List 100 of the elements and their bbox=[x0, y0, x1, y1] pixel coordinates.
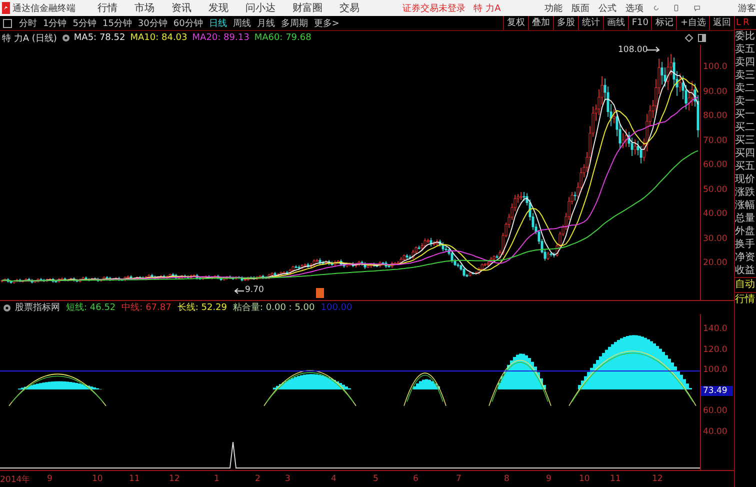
ma-value: MA5: 78.52 bbox=[74, 33, 126, 43]
price-axis-label: 40.00 bbox=[703, 209, 728, 219]
toolbar-button[interactable]: 统计 bbox=[578, 16, 603, 30]
date-axis-label: 7 bbox=[456, 474, 462, 484]
toolbar-button[interactable]: +自选 bbox=[676, 16, 709, 30]
indicator-value: 长线: 52.29 bbox=[177, 302, 228, 314]
indicator-axis-label: 140.0 bbox=[703, 324, 728, 334]
quote-field-label: 买一 bbox=[735, 108, 756, 121]
quote-field-label: 卖四 bbox=[735, 56, 756, 69]
toolbar-button[interactable]: 复权 bbox=[502, 16, 528, 30]
quote-field-label: 卖五 bbox=[735, 43, 756, 56]
indicator-axis-label: 40.00 bbox=[703, 426, 728, 436]
price-axis-label: 100.0 bbox=[703, 62, 728, 72]
message-icon[interactable] bbox=[694, 3, 700, 13]
quote-field-label: 买四 bbox=[735, 147, 756, 160]
panel-header-label[interactable]: R bbox=[743, 18, 750, 28]
quote-field-label: 收益 bbox=[735, 264, 756, 277]
login-status[interactable]: 证券交易未登录 bbox=[402, 2, 466, 14]
quote-field-label: 买二 bbox=[735, 121, 756, 134]
user-label[interactable]: 游客 bbox=[738, 2, 756, 14]
date-axis-label: 12 bbox=[652, 474, 663, 484]
quote-field-label: 委比 bbox=[735, 30, 756, 43]
menu-item[interactable]: 功能 bbox=[544, 2, 563, 14]
quote-field-label: 涨跌 bbox=[735, 186, 756, 199]
period-tab[interactable]: 60分钟 bbox=[170, 16, 206, 30]
toolbar-button[interactable]: F10 bbox=[628, 16, 652, 30]
app-name: 通达信金融终端 bbox=[12, 2, 76, 14]
menu-item[interactable]: 市场 bbox=[134, 1, 155, 15]
date-axis-label: 12 bbox=[169, 474, 180, 484]
ma-value: MA20: 89.13 bbox=[192, 33, 250, 43]
menu-item[interactable]: 财富圈 bbox=[292, 1, 323, 15]
date-axis-label: 5 bbox=[373, 474, 378, 484]
date-axis-label: 2 bbox=[255, 474, 260, 484]
settings-icon[interactable] bbox=[3, 304, 11, 312]
menu-item[interactable]: 问小达 bbox=[246, 1, 276, 15]
stock-name: 特 力A bbox=[474, 2, 501, 14]
quote-field-label: 净资 bbox=[735, 251, 756, 264]
quote-field-label: 总量 bbox=[735, 212, 756, 225]
menu-item[interactable]: 交易 bbox=[340, 1, 360, 15]
low-price-label: 9.70 bbox=[245, 285, 264, 295]
quote-field-label: 涨幅 bbox=[735, 199, 756, 212]
date-axis-label: 2014年 bbox=[0, 474, 31, 486]
period-tab[interactable]: 1分钟 bbox=[40, 16, 70, 30]
date-axis-label: 4 bbox=[331, 474, 336, 484]
panel-icon[interactable] bbox=[698, 34, 706, 42]
menu-item[interactable]: 发现 bbox=[208, 1, 229, 15]
quote-field-label: 现价 bbox=[735, 173, 756, 186]
ma-value: MA10: 84.03 bbox=[130, 33, 188, 43]
settings-icon[interactable] bbox=[62, 34, 70, 42]
phone-icon[interactable] bbox=[673, 3, 680, 13]
date-axis-label: 1 bbox=[214, 474, 220, 484]
reference-value: 100.00 bbox=[320, 302, 352, 312]
period-tab[interactable]: 分时 bbox=[16, 16, 40, 30]
quote-field-label: 买五 bbox=[735, 160, 756, 173]
menu-item[interactable]: 行情 bbox=[98, 1, 118, 15]
refresh-icon[interactable] bbox=[652, 3, 660, 13]
high-price-label: 108.00 bbox=[618, 45, 648, 55]
toolbar-button[interactable]: 返回 bbox=[709, 16, 734, 30]
indicator-axis-label: 60.00 bbox=[703, 406, 728, 416]
date-axis-label: 10 bbox=[579, 474, 590, 484]
menu-item[interactable]: 版面 bbox=[572, 2, 590, 14]
event-marker-icon[interactable] bbox=[316, 288, 324, 298]
price-axis-label: 70.00 bbox=[703, 136, 728, 146]
date-axis-label: 10 bbox=[92, 474, 103, 484]
date-axis-label: 9 bbox=[47, 474, 52, 484]
indicator-value: 粘合量: 0.00 : 5.00 bbox=[233, 302, 315, 314]
indicator-axis-label: 120.0 bbox=[703, 344, 728, 354]
toolbar-button[interactable]: 标记 bbox=[651, 16, 676, 30]
toolbar-button[interactable]: 叠加 bbox=[528, 16, 553, 30]
panel-button[interactable]: 行情 bbox=[735, 292, 756, 307]
price-axis-label: 30.00 bbox=[703, 234, 728, 244]
indicator-value: 短线: 46.52 bbox=[66, 302, 116, 314]
leader-line bbox=[234, 288, 244, 294]
panel-button[interactable]: 自动 bbox=[735, 277, 756, 292]
toolbar-button[interactable]: 多股 bbox=[552, 16, 578, 30]
menu-item[interactable]: 资讯 bbox=[172, 1, 192, 15]
period-tab[interactable]: 15分钟 bbox=[99, 16, 135, 30]
panel-toggle-icon[interactable] bbox=[3, 18, 12, 28]
price-axis-label: 60.00 bbox=[703, 160, 728, 170]
app-logo-icon bbox=[2, 2, 10, 14]
quote-field-label: 外盘 bbox=[735, 225, 756, 238]
ma-value: MA60: 79.68 bbox=[254, 33, 312, 43]
toolbar-button[interactable]: 画线 bbox=[602, 16, 628, 30]
period-tab[interactable]: 5分钟 bbox=[70, 16, 100, 30]
indicator-axis-label: 100.0 bbox=[703, 365, 728, 375]
quote-field-label: 卖二 bbox=[735, 82, 756, 95]
period-tab[interactable]: 周线 bbox=[230, 16, 254, 30]
period-tab[interactable]: 日线 bbox=[206, 16, 230, 30]
date-axis-label: 11 bbox=[610, 474, 621, 484]
menu-item[interactable]: 公式 bbox=[598, 2, 617, 14]
menu-item[interactable]: 选项 bbox=[626, 2, 644, 14]
period-tab[interactable]: 月线 bbox=[254, 16, 278, 30]
diamond-icon[interactable] bbox=[685, 34, 693, 42]
period-tab[interactable]: 30分钟 bbox=[134, 16, 170, 30]
price-axis-label: 90.00 bbox=[703, 86, 728, 96]
period-tab[interactable]: 更多> bbox=[310, 16, 342, 30]
period-tab[interactable]: 多周期 bbox=[278, 16, 311, 30]
date-axis-label: 8 bbox=[504, 474, 510, 484]
quote-field-label: 买三 bbox=[735, 134, 756, 147]
panel-header-label[interactable]: L bbox=[736, 18, 742, 28]
